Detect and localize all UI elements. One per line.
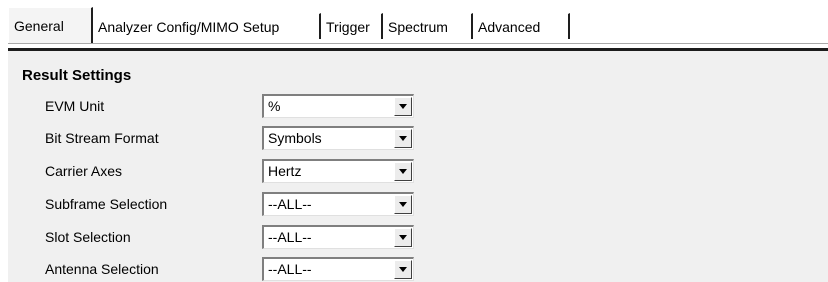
tab-advanced[interactable]: Advanced: [473, 13, 570, 39]
slot-selection-value: --ALL--: [268, 229, 312, 245]
subframe-selection-label: Subframe Selection: [45, 196, 168, 212]
evm-unit-dropdown-button[interactable]: [394, 97, 412, 116]
chevron-down-icon: [399, 104, 407, 109]
settings-panel: [8, 51, 828, 282]
subframe-selection-select[interactable]: --ALL--: [262, 192, 414, 216]
evm-unit-value: %: [268, 98, 281, 114]
chevron-down-icon: [399, 267, 407, 272]
chevron-down-icon: [399, 202, 407, 207]
tab-trigger[interactable]: Trigger: [321, 13, 383, 39]
carrier-axes-dropdown-button[interactable]: [394, 162, 412, 181]
antenna-selection-label: Antenna Selection: [45, 261, 159, 277]
subframe-selection-value: --ALL--: [268, 196, 312, 212]
carrier-axes-label: Carrier Axes: [45, 163, 123, 179]
tab-general[interactable]: General: [8, 7, 93, 43]
slot-selection-select[interactable]: --ALL--: [262, 225, 414, 249]
tab-strip: General Analyzer Config/MIMO Setup Trigg…: [8, 7, 828, 43]
evm-unit-select[interactable]: %: [262, 94, 414, 118]
section-title-result-settings: Result Settings: [22, 67, 132, 84]
tab-strip-underline: [8, 43, 828, 44]
slot-selection-dropdown-button[interactable]: [394, 228, 412, 247]
carrier-axes-value: Hertz: [268, 163, 302, 179]
tab-analyzer-config-mimo-setup[interactable]: Analyzer Config/MIMO Setup: [93, 13, 321, 39]
chevron-down-icon: [399, 169, 407, 174]
bit-stream-format-value: Symbols: [268, 130, 322, 146]
antenna-selection-value: --ALL--: [268, 261, 312, 277]
tab-separator: [8, 48, 828, 51]
bit-stream-format-select[interactable]: Symbols: [262, 126, 414, 150]
antenna-selection-dropdown-button[interactable]: [394, 260, 412, 279]
subframe-selection-dropdown-button[interactable]: [394, 195, 412, 214]
antenna-selection-select[interactable]: --ALL--: [262, 257, 414, 281]
bit-stream-format-dropdown-button[interactable]: [394, 129, 412, 148]
chevron-down-icon: [399, 235, 407, 240]
evm-unit-label: EVM Unit: [45, 98, 105, 114]
bit-stream-format-label: Bit Stream Format: [45, 130, 159, 146]
tab-spectrum[interactable]: Spectrum: [383, 13, 473, 39]
chevron-down-icon: [399, 136, 407, 141]
slot-selection-label: Slot Selection: [45, 229, 131, 245]
carrier-axes-select[interactable]: Hertz: [262, 159, 414, 183]
